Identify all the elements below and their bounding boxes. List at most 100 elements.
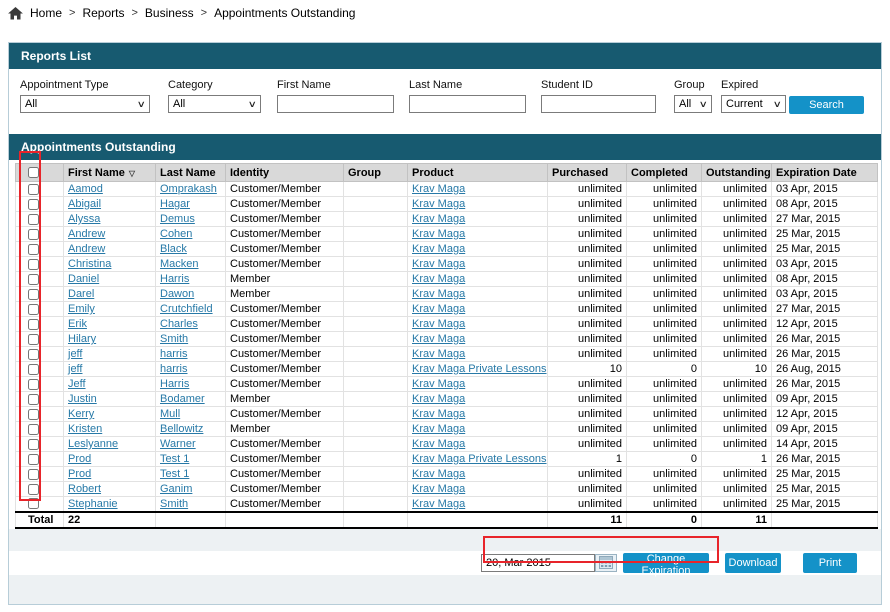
- last-name-link[interactable]: Bellowitz: [160, 423, 203, 435]
- search-button[interactable]: Search: [789, 96, 864, 114]
- breadcrumb-item-reports[interactable]: Reports: [82, 6, 124, 20]
- first-name-link[interactable]: Andrew: [68, 243, 105, 255]
- column-header-product[interactable]: Product: [408, 164, 548, 182]
- first-name-link[interactable]: Emily: [68, 303, 95, 315]
- last-name-link[interactable]: Mull: [160, 408, 180, 420]
- last-name-link[interactable]: Warner: [160, 438, 196, 450]
- column-header-group[interactable]: Group: [344, 164, 408, 182]
- product-link[interactable]: Krav Maga: [412, 288, 465, 300]
- product-link[interactable]: Krav Maga: [412, 498, 465, 510]
- last-name-link[interactable]: Charles: [160, 318, 198, 330]
- first-name-link[interactable]: Aamod: [68, 183, 103, 195]
- product-link[interactable]: Krav Maga: [412, 258, 465, 270]
- first-name-link[interactable]: Abigail: [68, 198, 101, 210]
- product-link[interactable]: Krav Maga Private Lessons: [412, 363, 547, 375]
- expired-select[interactable]: Current ∨: [721, 95, 786, 113]
- product-link[interactable]: Krav Maga: [412, 348, 465, 360]
- first-name-link[interactable]: Justin: [68, 393, 97, 405]
- product-link[interactable]: Krav Maga: [412, 408, 465, 420]
- row-checkbox[interactable]: [28, 484, 39, 495]
- column-header-identity[interactable]: Identity: [226, 164, 344, 182]
- calendar-icon[interactable]: [595, 554, 617, 572]
- first-name-link[interactable]: Erik: [68, 318, 87, 330]
- row-checkbox[interactable]: [28, 304, 39, 315]
- last-name-link[interactable]: Cohen: [160, 228, 192, 240]
- first-name-link[interactable]: Robert: [68, 483, 101, 495]
- last-name-link[interactable]: Hagar: [160, 198, 190, 210]
- row-checkbox[interactable]: [28, 454, 39, 465]
- student-id-input[interactable]: [541, 95, 656, 113]
- row-checkbox[interactable]: [28, 289, 39, 300]
- product-link[interactable]: Krav Maga: [412, 438, 465, 450]
- last-name-link[interactable]: Test 1: [160, 453, 189, 465]
- column-header-purchased[interactable]: Purchased: [548, 164, 627, 182]
- last-name-link[interactable]: Harris: [160, 378, 189, 390]
- last-name-link[interactable]: Crutchfield: [160, 303, 213, 315]
- row-checkbox[interactable]: [28, 319, 39, 330]
- first-name-link[interactable]: jeff: [68, 348, 82, 360]
- last-name-link[interactable]: Test 1: [160, 468, 189, 480]
- row-checkbox[interactable]: [28, 424, 39, 435]
- category-select[interactable]: All ∨: [168, 95, 261, 113]
- row-checkbox[interactable]: [28, 184, 39, 195]
- last-name-link[interactable]: Harris: [160, 273, 189, 285]
- download-button[interactable]: Download: [725, 553, 781, 573]
- breadcrumb-item-business[interactable]: Business: [145, 6, 194, 20]
- row-checkbox[interactable]: [28, 229, 39, 240]
- product-link[interactable]: Krav Maga: [412, 483, 465, 495]
- product-link[interactable]: Krav Maga: [412, 378, 465, 390]
- change-expiration-button[interactable]: Change Expiration: [623, 553, 709, 573]
- row-checkbox[interactable]: [28, 244, 39, 255]
- first-name-link[interactable]: Leslyanne: [68, 438, 118, 450]
- row-checkbox[interactable]: [28, 498, 39, 509]
- sort-descending-icon[interactable]: ▽: [129, 169, 135, 178]
- first-name-link[interactable]: Andrew: [68, 228, 105, 240]
- row-checkbox[interactable]: [28, 214, 39, 225]
- row-checkbox[interactable]: [28, 469, 39, 480]
- last-name-link[interactable]: Smith: [160, 333, 188, 345]
- row-checkbox[interactable]: [28, 364, 39, 375]
- row-checkbox[interactable]: [28, 439, 39, 450]
- last-name-link[interactable]: Bodamer: [160, 393, 205, 405]
- last-name-link[interactable]: Omprakash: [160, 183, 217, 195]
- first-name-link[interactable]: Prod: [68, 453, 91, 465]
- row-checkbox[interactable]: [28, 379, 39, 390]
- first-name-link[interactable]: Kristen: [68, 423, 102, 435]
- product-link[interactable]: Krav Maga: [412, 198, 465, 210]
- group-select[interactable]: All ∨: [674, 95, 712, 113]
- column-header-first-name[interactable]: First Name▽: [64, 164, 156, 182]
- first-name-link[interactable]: jeff: [68, 363, 82, 375]
- last-name-link[interactable]: harris: [160, 363, 188, 375]
- print-button[interactable]: Print: [803, 553, 857, 573]
- last-name-link[interactable]: harris: [160, 348, 188, 360]
- row-checkbox[interactable]: [28, 409, 39, 420]
- first-name-link[interactable]: Jeff: [68, 378, 86, 390]
- last-name-link[interactable]: Ganim: [160, 483, 192, 495]
- row-checkbox[interactable]: [28, 349, 39, 360]
- first-name-link[interactable]: Darel: [68, 288, 94, 300]
- last-name-link[interactable]: Macken: [160, 258, 199, 270]
- last-name-link[interactable]: Dawon: [160, 288, 194, 300]
- last-name-link[interactable]: Black: [160, 243, 187, 255]
- row-checkbox[interactable]: [28, 259, 39, 270]
- product-link[interactable]: Krav Maga: [412, 468, 465, 480]
- column-header-outstanding[interactable]: Outstanding: [702, 164, 772, 182]
- row-checkbox[interactable]: [28, 199, 39, 210]
- expiration-date-input[interactable]: [481, 554, 595, 572]
- first-name-input[interactable]: [277, 95, 394, 113]
- first-name-link[interactable]: Prod: [68, 468, 91, 480]
- product-link[interactable]: Krav Maga: [412, 423, 465, 435]
- product-link[interactable]: Krav Maga: [412, 243, 465, 255]
- row-checkbox[interactable]: [28, 274, 39, 285]
- product-link[interactable]: Krav Maga Private Lessons: [412, 453, 547, 465]
- product-link[interactable]: Krav Maga: [412, 318, 465, 330]
- first-name-link[interactable]: Hilary: [68, 333, 96, 345]
- breadcrumb-item-home[interactable]: Home: [30, 6, 62, 20]
- product-link[interactable]: Krav Maga: [412, 213, 465, 225]
- appointment-type-select[interactable]: All ∨: [20, 95, 150, 113]
- product-link[interactable]: Krav Maga: [412, 183, 465, 195]
- last-name-link[interactable]: Demus: [160, 213, 195, 225]
- product-link[interactable]: Krav Maga: [412, 228, 465, 240]
- home-icon[interactable]: [8, 7, 23, 20]
- product-link[interactable]: Krav Maga: [412, 393, 465, 405]
